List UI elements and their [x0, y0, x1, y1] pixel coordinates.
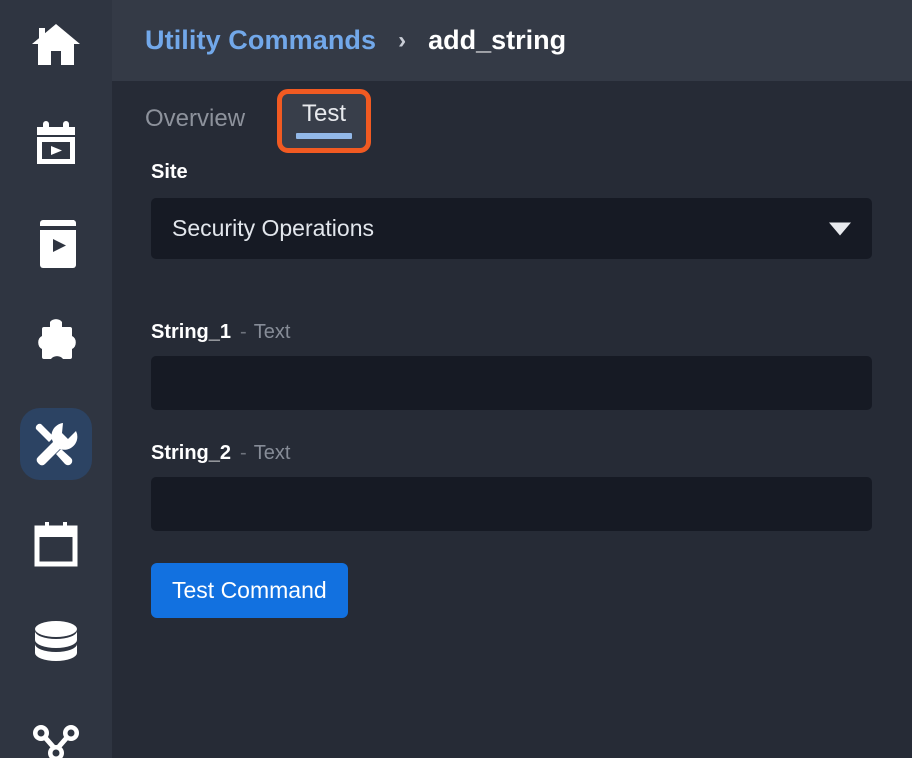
- tools-icon: [33, 421, 79, 467]
- string-1-label: String_1-Text: [112, 321, 912, 344]
- sidebar-item-integrations[interactable]: [20, 708, 92, 758]
- tab-test[interactable]: Test: [277, 89, 371, 153]
- spacer: [112, 259, 912, 321]
- book-play-icon: [34, 219, 78, 269]
- breadcrumb-root-link[interactable]: Utility Commands: [145, 25, 376, 56]
- tab-test-label: Test: [302, 101, 346, 126]
- tab-active-underline: [296, 133, 352, 139]
- string-2-input[interactable]: [151, 477, 872, 531]
- sidebar-item-utilities[interactable]: [20, 408, 92, 480]
- tab-bar: Overview Test: [112, 81, 371, 161]
- string-2-label-text: String_2: [151, 442, 231, 464]
- spacer: [112, 531, 912, 563]
- string-1-label-text: String_1: [151, 321, 231, 343]
- sidebar-item-schedule[interactable]: [20, 508, 92, 580]
- breadcrumb-separator-icon: ›: [398, 29, 406, 53]
- puzzle-icon: [30, 319, 82, 369]
- database-icon: [31, 620, 81, 668]
- sidebar: [0, 0, 112, 758]
- sidebar-item-database[interactable]: [20, 608, 92, 680]
- test-command-form: Site Security Operations String_1-Text S…: [112, 161, 912, 618]
- string-2-type: Text: [254, 442, 291, 464]
- app-root: Utility Commands › add_string Overview T…: [0, 0, 912, 758]
- calendar-icon: [32, 521, 80, 567]
- string-2-label: String_2-Text: [112, 442, 912, 465]
- string-1-label-dash: -: [240, 321, 247, 343]
- calendar-play-icon: [32, 119, 80, 169]
- string-1-input[interactable]: [151, 356, 872, 410]
- sidebar-item-home[interactable]: [20, 8, 92, 80]
- spacer: [112, 410, 912, 442]
- main-panel: Overview Test Site Security Operations S…: [112, 81, 912, 758]
- share-nodes-icon: [30, 724, 82, 758]
- site-select[interactable]: Security Operations: [151, 198, 872, 259]
- test-command-button[interactable]: Test Command: [151, 563, 348, 618]
- string-1-type: Text: [254, 321, 291, 343]
- sidebar-item-playbooks[interactable]: [20, 108, 92, 180]
- sidebar-item-extensions[interactable]: [20, 308, 92, 380]
- page-title: add_string: [428, 25, 566, 56]
- home-icon: [30, 20, 82, 68]
- header-bar: Utility Commands › add_string: [112, 0, 912, 81]
- tab-overview[interactable]: Overview: [145, 105, 245, 133]
- site-label: Site: [112, 161, 912, 184]
- chevron-down-icon: [829, 222, 851, 235]
- sidebar-item-runbooks[interactable]: [20, 208, 92, 280]
- site-select-value: Security Operations: [172, 215, 374, 242]
- string-2-label-dash: -: [240, 442, 247, 464]
